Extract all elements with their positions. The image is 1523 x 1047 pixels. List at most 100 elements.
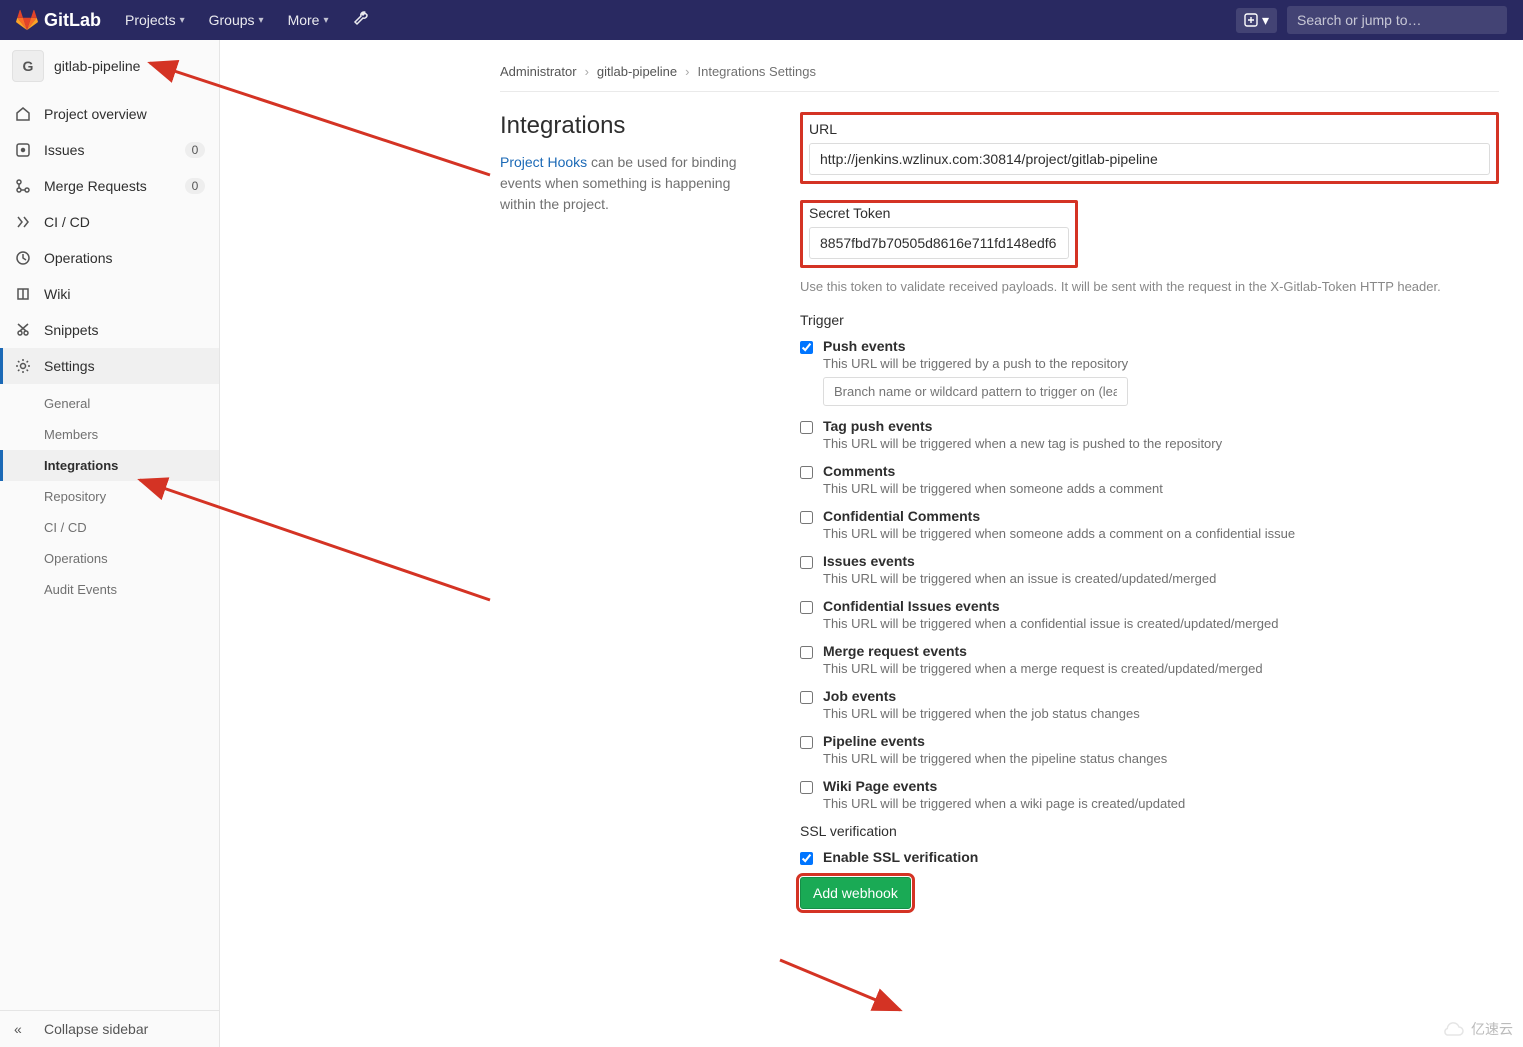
sidebar-item-ci-cd[interactable]: CI / CD	[0, 204, 219, 240]
branch-filter-input[interactable]	[823, 377, 1128, 406]
trigger-job-events: Job eventsThis URL will be triggered whe…	[800, 688, 1499, 721]
sidebar-item-label: Wiki	[44, 286, 70, 302]
admin-wrench-icon[interactable]	[353, 11, 369, 30]
sidebar-item-wiki[interactable]: Wiki	[0, 276, 219, 312]
ssl-verification-label: Enable SSL verification	[823, 849, 978, 865]
trigger-checkbox[interactable]	[800, 691, 813, 704]
trigger-checkbox[interactable]	[800, 511, 813, 524]
ssl-section-title: SSL verification	[800, 823, 1499, 839]
ops-icon	[14, 250, 32, 266]
project-hooks-link[interactable]: Project Hooks	[500, 154, 587, 170]
settings-sub-operations[interactable]: Operations	[0, 543, 219, 574]
merge-icon	[14, 178, 32, 194]
trigger-title: Issues events	[823, 553, 915, 569]
trigger-desc: This URL will be triggered when someone …	[823, 526, 1295, 541]
trigger-title: Comments	[823, 463, 895, 479]
settings-sub-general[interactable]: General	[0, 388, 219, 419]
trigger-checkbox[interactable]	[800, 466, 813, 479]
trigger-desc: This URL will be triggered when someone …	[823, 481, 1163, 496]
settings-sub-ci-cd[interactable]: CI / CD	[0, 512, 219, 543]
sidebar: G gitlab-pipeline Project overview Issues…	[0, 40, 220, 1047]
chevron-down-icon: ▾	[1262, 12, 1269, 29]
ssl-verification-checkbox[interactable]	[800, 852, 813, 865]
sidebar-item-label: Snippets	[44, 322, 98, 338]
trigger-issues-events: Issues eventsThis URL will be triggered …	[800, 553, 1499, 586]
trigger-push-events: Push events This URL will be triggered by…	[800, 338, 1499, 406]
sidebar-item-label: CI / CD	[44, 214, 90, 230]
settings-sub-members[interactable]: Members	[0, 419, 219, 450]
webhook-form: URL Secret Token Use this token to valid…	[800, 112, 1499, 909]
trigger-checkbox[interactable]	[800, 341, 813, 354]
add-webhook-button[interactable]: Add webhook	[800, 877, 911, 909]
trigger-checkbox[interactable]	[800, 556, 813, 569]
count-badge: 0	[185, 142, 205, 158]
trigger-merge-request-events: Merge request events This URL will be tri…	[800, 643, 1499, 676]
sidebar-item-operations[interactable]: Operations	[0, 240, 219, 276]
page-description: Integrations Project Hooks can be used f…	[500, 112, 760, 215]
trigger-desc: This URL will be triggered when a merge …	[823, 661, 1263, 676]
project-name: gitlab-pipeline	[54, 58, 140, 74]
sidebar-item-issues[interactable]: Issues 0	[0, 132, 219, 168]
new-dropdown-button[interactable]: ▾	[1236, 8, 1277, 33]
chevron-double-left-icon: «	[14, 1021, 32, 1037]
cicd-icon	[14, 214, 32, 230]
issues-icon	[14, 142, 32, 158]
trigger-desc: This URL will be triggered when a new ta…	[823, 436, 1222, 451]
trigger-desc: This URL will be triggered when the pipe…	[823, 751, 1167, 766]
watermark: 亿速云	[1441, 1019, 1513, 1039]
count-badge: 0	[185, 178, 205, 194]
trigger-checkbox[interactable]	[800, 601, 813, 614]
breadcrumb: Administrator › gitlab-pipeline › Integr…	[500, 52, 1499, 92]
trigger-section-title: Trigger	[800, 312, 1499, 328]
sidebar-project-header[interactable]: G gitlab-pipeline	[0, 40, 219, 92]
nav-more[interactable]: More▾	[280, 6, 337, 34]
home-icon	[14, 106, 32, 122]
trigger-title: Pipeline events	[823, 733, 925, 749]
token-highlight-box: Secret Token	[800, 200, 1078, 268]
trigger-title: Push events	[823, 338, 905, 354]
global-search-input[interactable]	[1287, 6, 1507, 34]
sidebar-item-label: Settings	[44, 358, 95, 374]
sidebar-item-project-overview[interactable]: Project overview	[0, 96, 219, 132]
trigger-checkbox[interactable]	[800, 646, 813, 659]
nav-groups[interactable]: Groups▾	[201, 6, 272, 34]
crumb-admin[interactable]: Administrator	[500, 64, 577, 79]
trigger-checkbox[interactable]	[800, 736, 813, 749]
chevron-down-icon: ▾	[259, 15, 264, 26]
url-highlight-box: URL	[800, 112, 1499, 184]
settings-sub-repository[interactable]: Repository	[0, 481, 219, 512]
crumb-current: Integrations Settings	[698, 64, 817, 79]
secret-token-input[interactable]	[809, 227, 1069, 259]
sidebar-item-label: Project overview	[44, 106, 147, 122]
sidebar-item-settings[interactable]: Settings	[0, 348, 219, 384]
sidebar-item-merge-requests[interactable]: Merge Requests 0	[0, 168, 219, 204]
trigger-title: Confidential Comments	[823, 508, 980, 524]
gitlab-logo[interactable]: GitLab	[16, 9, 101, 31]
sidebar-item-label: Issues	[44, 142, 84, 158]
settings-sub-audit-events[interactable]: Audit Events	[0, 574, 219, 605]
trigger-checkbox[interactable]	[800, 421, 813, 434]
trigger-comments: Comments This URL will be triggered when …	[800, 463, 1499, 496]
url-input[interactable]	[809, 143, 1490, 175]
secret-token-help: Use this token to validate received payl…	[800, 278, 1499, 296]
trigger-desc: This URL will be triggered when the job …	[823, 706, 1140, 721]
trigger-title: Merge request events	[823, 643, 967, 659]
trigger-desc: This URL will be triggered by a push to …	[823, 356, 1128, 371]
snip-icon	[14, 322, 32, 338]
annotation-arrow-3	[770, 950, 970, 1030]
gear-icon	[14, 358, 32, 374]
settings-sub-integrations[interactable]: Integrations	[0, 450, 219, 481]
trigger-tag-push-events: Tag push eventsThis URL will be triggere…	[800, 418, 1499, 451]
collapse-sidebar-button[interactable]: « Collapse sidebar	[0, 1010, 219, 1047]
sidebar-item-snippets[interactable]: Snippets	[0, 312, 219, 348]
trigger-checkbox[interactable]	[800, 781, 813, 794]
trigger-confidential-comments: Confidential Comments This URL will be tr…	[800, 508, 1499, 541]
sidebar-item-label: Merge Requests	[44, 178, 147, 194]
secret-token-label: Secret Token	[809, 205, 1069, 221]
nav-projects[interactable]: Projects▾	[117, 6, 193, 34]
topnav: Projects▾ Groups▾ More▾	[117, 6, 369, 34]
trigger-wiki-page-events: Wiki Page eventsThis URL will be trigger…	[800, 778, 1499, 811]
chevron-right-icon: ›	[585, 64, 589, 79]
crumb-project[interactable]: gitlab-pipeline	[597, 64, 677, 79]
trigger-pipeline-events: Pipeline events This URL will be triggere…	[800, 733, 1499, 766]
